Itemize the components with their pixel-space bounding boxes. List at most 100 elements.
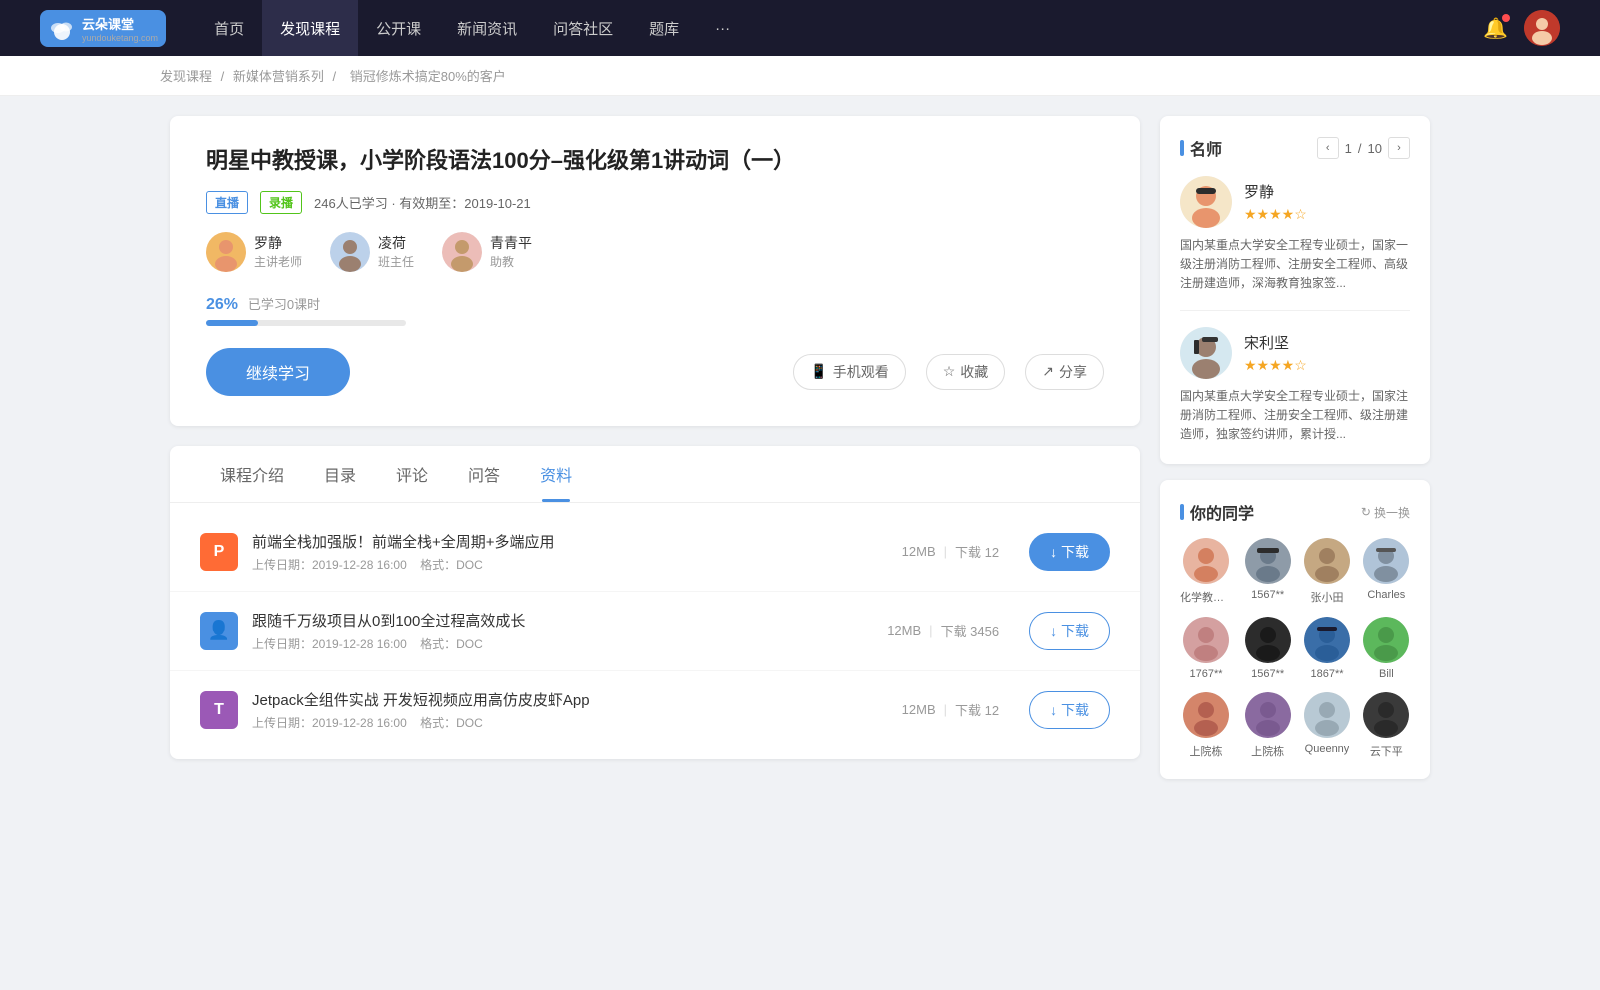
- classmate-name-charles: Charles: [1367, 589, 1405, 601]
- classmate-avatar-11: [1363, 692, 1409, 738]
- download-button-1[interactable]: ↓ 下载: [1029, 533, 1110, 571]
- tabs-header: 课程介绍 目录 评论 问答 资料: [170, 446, 1140, 503]
- classmate-name-2: 张小田: [1310, 589, 1343, 605]
- resource-meta-1: 上传日期：2019-12-28 16:00 格式：DOC: [252, 556, 888, 573]
- nav-item-news[interactable]: 新闻资讯: [439, 0, 535, 56]
- teachers-row: 罗静 主讲老师 凌荷 班主任: [206, 232, 1104, 272]
- classmate-name-1: 1567**: [1251, 589, 1284, 601]
- classmate-name-0: 化学教书...: [1180, 589, 1232, 605]
- classmates-grid: 化学教书... 1567**: [1180, 538, 1410, 759]
- classmate-avatar-3: [1363, 538, 1409, 584]
- download-button-3[interactable]: ↓ 下载: [1029, 691, 1110, 729]
- classmates-card: 你的同学 ↻ 换一换 化学教书...: [1160, 480, 1430, 779]
- teacher-name-qingqingping: 青青平: [490, 233, 532, 253]
- teacher-stars-2: ★★★★☆: [1244, 357, 1307, 374]
- nav-item-quiz[interactable]: 题库: [631, 0, 697, 56]
- teacher2-img: [1180, 327, 1232, 379]
- user-avatar[interactable]: [1524, 10, 1560, 46]
- avatar-img: [1524, 10, 1560, 46]
- classmate-11: 云下平: [1363, 692, 1410, 759]
- classmate-9: 上院栋: [1244, 692, 1291, 759]
- mobile-icon: 📱: [810, 363, 827, 380]
- teachers-card-title: 名师: [1180, 136, 1222, 160]
- resource-stats-2: 12MB | 下载 3456: [887, 621, 999, 640]
- star-icon: ☆: [943, 363, 956, 380]
- nav-item-open[interactable]: 公开课: [358, 0, 439, 56]
- teacher-qingqingping-img: [442, 232, 482, 272]
- classmate-name-6: 1867**: [1310, 668, 1343, 680]
- mobile-watch-button[interactable]: 📱 手机观看: [793, 354, 905, 390]
- tab-catalog[interactable]: 目录: [304, 446, 376, 502]
- download-button-2[interactable]: ↓ 下载: [1029, 612, 1110, 650]
- left-panel: 明星中教授课，小学阶段语法100分–强化级第1讲动词（一） 直播 录播 246人…: [170, 116, 1140, 795]
- classmate-avatar-2: [1304, 538, 1350, 584]
- nav-item-qa[interactable]: 问答社区: [535, 0, 631, 56]
- nav-right: 🔔: [1483, 10, 1560, 46]
- refresh-icon: ↻: [1361, 505, 1371, 519]
- teacher-luojing: 罗静 主讲老师: [206, 232, 302, 272]
- teacher-desc-1: 国内某重点大学安全工程专业硕士，国家一级注册消防工程师、注册安全工程师、高级注册…: [1180, 236, 1410, 294]
- course-meta: 直播 录播 246人已学习 · 有效期至：2019-10-21: [206, 191, 1104, 214]
- course-card: 明星中教授课，小学阶段语法100分–强化级第1讲动词（一） 直播 录播 246人…: [170, 116, 1140, 426]
- breadcrumb: 发现课程 / 新媒体营销系列 / 销冠修炼术搞定80%的客户: [0, 56, 1600, 96]
- bell-icon[interactable]: 🔔: [1483, 16, 1508, 41]
- teacher-avatar-lingjing: [330, 232, 370, 272]
- teacher-name-lingjing: 凌荷: [378, 233, 414, 253]
- classmate-1: 1567**: [1244, 538, 1291, 605]
- course-meta-text: 246人已学习 · 有效期至：2019-10-21: [314, 193, 531, 212]
- resource-meta-3: 上传日期：2019-12-28 16:00 格式：DOC: [252, 714, 888, 731]
- resource-stats-3: 12MB | 下载 12: [902, 700, 999, 719]
- navbar: 云朵课堂 yundouketang.com 首页 发现课程 公开课 新闻资讯 问…: [0, 0, 1600, 56]
- continue-button[interactable]: 继续学习: [206, 348, 350, 396]
- breadcrumb-item-series[interactable]: 新媒体营销系列: [233, 69, 324, 84]
- nav-item-discover[interactable]: 发现课程: [262, 0, 358, 56]
- nav-item-more[interactable]: ···: [697, 0, 748, 56]
- resource-info-1: 前端全栈加强版！前端全栈+全周期+多端应用 上传日期：2019-12-28 16…: [252, 531, 888, 573]
- teacher-lingjing-img: [330, 232, 370, 272]
- nav-items: 首页 发现课程 公开课 新闻资讯 问答社区 题库 ···: [196, 0, 1483, 56]
- resource-name-2: 跟随千万级项目从0到100全过程高效成长: [252, 610, 873, 631]
- resource-icon-p: P: [200, 533, 238, 571]
- classmate-2: 张小田: [1303, 538, 1350, 605]
- classmate-name-8: 上院栋: [1190, 743, 1223, 759]
- classmate-name-11: 云下平: [1370, 743, 1403, 759]
- collect-button[interactable]: ☆ 收藏: [926, 354, 1006, 390]
- classmate-name-10: Queenny: [1305, 743, 1350, 755]
- tab-review[interactable]: 评论: [376, 446, 448, 502]
- teachers-card: 名师 ‹ 1 / 10 ›: [1160, 116, 1430, 464]
- tab-resource[interactable]: 资料: [520, 446, 592, 502]
- resource-name-3: Jetpack全组件实战 开发短视频应用高仿皮皮虾App: [252, 689, 888, 710]
- classmate-name-4: 1767**: [1189, 668, 1222, 680]
- share-label: 分享: [1059, 362, 1087, 382]
- pag-prev[interactable]: ‹: [1317, 137, 1339, 159]
- progress-percent: 26%: [206, 296, 238, 313]
- tab-qa[interactable]: 问答: [448, 446, 520, 502]
- classmate-0: 化学教书...: [1180, 538, 1232, 605]
- teacher-profile-name-1: 罗静: [1244, 181, 1307, 202]
- classmate-avatar-1: [1245, 538, 1291, 584]
- breadcrumb-item-discover[interactable]: 发现课程: [160, 69, 212, 84]
- teacher-avatar-qingqingping: [442, 232, 482, 272]
- share-button[interactable]: ↗ 分享: [1025, 354, 1104, 390]
- logo-text: 云朵课堂: [82, 14, 134, 33]
- refresh-label: 换一换: [1374, 504, 1410, 521]
- pag-next[interactable]: ›: [1388, 137, 1410, 159]
- classmate-name-9: 上院栋: [1251, 743, 1284, 759]
- teachers-card-header: 名师 ‹ 1 / 10 ›: [1180, 136, 1410, 160]
- tag-live: 直播: [206, 191, 248, 214]
- teacher1-img: [1180, 176, 1232, 228]
- resource-icon-t: T: [200, 691, 238, 729]
- nav-item-home[interactable]: 首页: [196, 0, 262, 56]
- pagination-nav: ‹ 1 / 10 ›: [1317, 137, 1410, 159]
- tab-intro[interactable]: 课程介绍: [200, 446, 304, 502]
- refresh-button[interactable]: ↻ 换一换: [1361, 504, 1410, 521]
- resource-icon-u: 👤: [200, 612, 238, 650]
- main-wrapper: 明星中教授课，小学阶段语法100分–强化级第1讲动词（一） 直播 录播 246人…: [150, 96, 1450, 815]
- action-icons: 📱 手机观看 ☆ 收藏 ↗ 分享: [793, 354, 1104, 390]
- progress-section: 26% 已学习0课时: [206, 294, 1104, 326]
- resource-list: P 前端全栈加强版！前端全栈+全周期+多端应用 上传日期：2019-12-28 …: [170, 503, 1140, 759]
- teacher-avatar-luojing: [206, 232, 246, 272]
- logo-box: 云朵课堂 yundouketang.com: [40, 10, 166, 47]
- share-icon: ↗: [1042, 363, 1054, 380]
- logo-area[interactable]: 云朵课堂 yundouketang.com: [40, 10, 166, 47]
